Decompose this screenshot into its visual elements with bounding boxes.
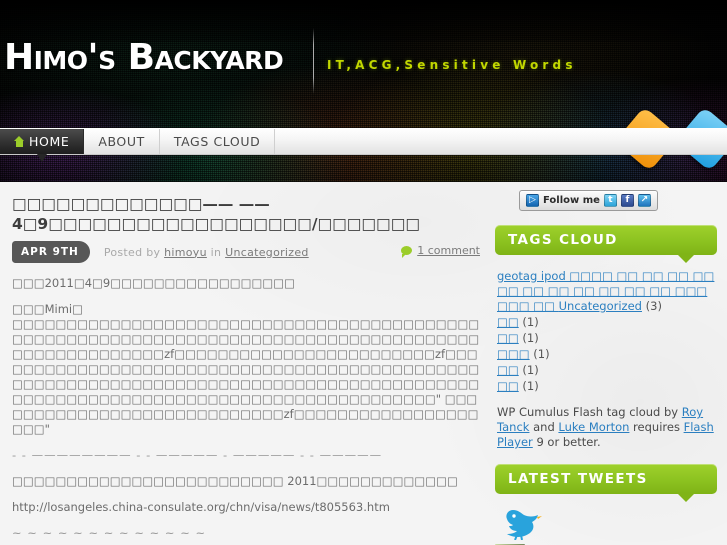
tag-count: (1) — [529, 347, 550, 361]
comment-bubble-icon — [401, 246, 413, 258]
note-text-3: requires — [629, 420, 684, 434]
tags-cloud-widget-body: geotag ipod □□□□ □□ □□ □□ □□ □□ □□ □□ □□… — [495, 255, 717, 450]
latest-tweets-widget: LATEST TWEETS @himoyu □□□□□□□□□□□□□□□□□□… — [495, 464, 717, 545]
tag-row: □□ (1) — [497, 315, 715, 330]
nav-item-home-label: HOME — [29, 134, 70, 149]
note-text-1: WP Cumulus Flash tag cloud by — [497, 405, 682, 419]
nav-item-about-label: ABOUT — [98, 134, 145, 149]
title-divider — [313, 28, 314, 94]
post-separator: ~ ~ ~ ~ ~ ~ ~ ~ ~ ~ ~ ~ ~ — [12, 526, 207, 540]
latest-tweets-widget-title: LATEST TWEETS — [495, 464, 717, 502]
twitter-bird-icon — [506, 510, 542, 540]
tags-cloud-widget: TAGS CLOUD geotag ipod □□□□ □□ □□ □□ □□ … — [495, 225, 717, 450]
post-comment-link[interactable]: 1 comment — [401, 244, 480, 258]
tag-link-uncategorized[interactable]: Uncategorized — [559, 299, 642, 313]
post-paragraph: □□□Mimi□ — [12, 302, 83, 316]
note-text-4: 9 or better. — [532, 435, 601, 449]
tag-link[interactable]: □□ — [497, 331, 519, 345]
twitter-icon[interactable]: t — [603, 194, 617, 207]
tag-link[interactable]: □□ — [497, 379, 519, 393]
tag-row: □□ (1) — [497, 363, 715, 378]
post-source-url[interactable]: http://losangeles.china-consulate.org/ch… — [12, 500, 480, 515]
nav-item-home[interactable]: HOME — [0, 129, 85, 162]
page-root: Himo's Backyard IT,ACG,Sensitive Words H… — [0, 0, 727, 545]
tag-count: (1) — [518, 315, 539, 329]
post-byline: Posted by himoyu in Uncategorized — [104, 246, 309, 259]
comment-count-label[interactable]: 1 comment — [417, 244, 480, 257]
tag-list: geotag ipod □□□□ □□ □□ □□ □□ □□ □□ □□ □□… — [497, 269, 715, 314]
nav-item-tags-cloud-label: TAGS CLOUD — [173, 134, 261, 149]
tag-row: □□ (1) — [497, 331, 715, 346]
feed-icon[interactable]: ▷ — [526, 194, 539, 207]
tag-link[interactable]: □□ — [497, 315, 519, 329]
in-word: in — [206, 245, 226, 259]
header-top-fade — [0, 0, 727, 42]
brand[interactable]: Himo's Backyard — [4, 38, 284, 78]
tag-row: □□ (1) — [497, 379, 715, 394]
post-paragraph: □□□□□□□□□□□□□□□□□□□□□□□□□□□□□□□□□□□□□□□□… — [12, 317, 480, 436]
posted-by-prefix: Posted by — [103, 245, 165, 259]
post-paragraph: □□□□□□□□□□□□□□□□□□□□□□□□□ 2011□□□□□□□□□□… — [12, 474, 458, 488]
post-separator: - - ———————— - - ————— - ————— - - ————— — [12, 448, 383, 462]
nav-item-tags-cloud[interactable]: TAGS CLOUD — [160, 129, 276, 154]
facebook-icon[interactable]: f — [620, 194, 634, 207]
main-navigation: HOME ABOUT TAGS CLOUD — [0, 128, 727, 162]
main-column: □□□□□□□□□□□□□—— ——4□9□□□□□□□□□□□□□□□□□□/… — [12, 194, 480, 545]
post-meta: APR 9TH Posted by himoyu in Uncategorize… — [12, 240, 480, 264]
post-title[interactable]: □□□□□□□□□□□□□—— ——4□9□□□□□□□□□□□□□□□□□□/… — [12, 194, 480, 234]
tag-count: (1) — [518, 331, 539, 345]
post-category-link[interactable]: Uncategorized — [225, 246, 309, 259]
site-header: Himo's Backyard IT,ACG,Sensitive Words H… — [0, 0, 727, 182]
tweets-body: @himoyu □□□□□□□□□□□□□□□□□□□□□□□□□□□□□/BN… — [495, 506, 717, 545]
follow-me-widget[interactable]: ▷ Follow me t f ↗ — [519, 190, 658, 211]
home-icon — [14, 136, 25, 147]
tag-row: □□□ (1) — [497, 347, 715, 362]
content-area: □□□□□□□□□□□□□—— ——4□9□□□□□□□□□□□□□□□□□□/… — [0, 182, 727, 545]
note-text-2: and — [529, 420, 559, 434]
post-date-badge: APR 9TH — [12, 241, 90, 263]
nav-item-about[interactable]: ABOUT — [84, 129, 160, 154]
share-icon[interactable]: ↗ — [637, 194, 651, 207]
tags-cloud-widget-title: TAGS CLOUD — [495, 225, 717, 263]
wp-cumulus-note: WP Cumulus Flash tag cloud by Roy Tanck … — [497, 405, 715, 450]
site-title[interactable]: Himo's Backyard — [4, 38, 284, 78]
tag-count: (1) — [518, 363, 539, 377]
sidebar: ▷ Follow me t f ↗ TAGS CLOUD geotag ipod… — [495, 190, 717, 545]
tag-count-uncategorized: (3) — [641, 299, 662, 313]
follow-me-label: Follow me — [543, 195, 600, 206]
site-tagline: IT,ACG,Sensitive Words — [327, 58, 577, 72]
tag-count: (1) — [518, 379, 539, 393]
post-paragraph: □□□2011□4□9□□□□□□□□□□□□□□□□□ — [12, 276, 295, 290]
luke-morton-link[interactable]: Luke Morton — [558, 420, 629, 434]
tag-link[interactable]: □□ — [497, 363, 519, 377]
post-author-link[interactable]: himoyu — [164, 246, 207, 259]
tag-link[interactable]: □□□ — [497, 347, 530, 361]
